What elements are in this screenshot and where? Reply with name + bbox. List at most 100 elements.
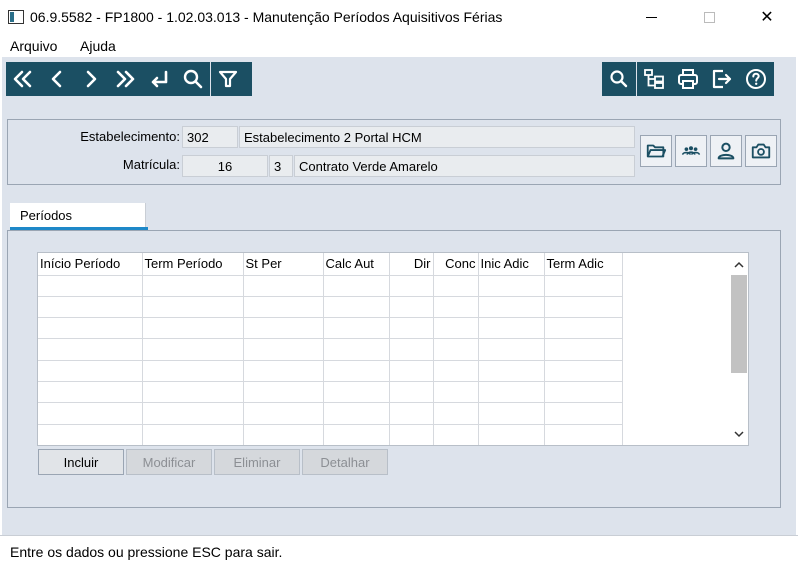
table-cell[interactable] xyxy=(243,380,324,403)
modificar-button[interactable]: Modificar xyxy=(126,449,212,475)
table-cell[interactable] xyxy=(433,317,479,339)
periods-grid[interactable]: Início Período Term Período St Per Calc … xyxy=(37,252,749,446)
table-cell[interactable] xyxy=(38,423,143,445)
estabelecimento-code-field[interactable]: 302 xyxy=(182,126,238,148)
grid-scrollbar[interactable] xyxy=(730,253,748,445)
zoom-button[interactable] xyxy=(602,62,636,96)
table-cell[interactable] xyxy=(142,402,244,425)
table-cell[interactable] xyxy=(478,317,545,339)
table-cell[interactable] xyxy=(544,338,623,361)
table-cell[interactable] xyxy=(478,295,545,318)
table-cell[interactable] xyxy=(433,274,479,297)
table-cell[interactable] xyxy=(544,295,623,318)
table-cell[interactable] xyxy=(38,359,143,382)
last-record-button[interactable] xyxy=(108,62,142,96)
table-row[interactable] xyxy=(38,338,623,361)
table-cell[interactable] xyxy=(323,338,390,361)
next-record-button[interactable] xyxy=(74,62,108,96)
table-cell[interactable] xyxy=(323,402,390,425)
table-cell[interactable] xyxy=(389,295,434,318)
table-cell[interactable] xyxy=(389,380,434,403)
table-cell[interactable] xyxy=(478,402,545,425)
maximize-button[interactable] xyxy=(686,0,732,34)
detalhar-button[interactable]: Detalhar xyxy=(302,449,388,475)
table-row[interactable] xyxy=(38,317,623,339)
minimize-button[interactable] xyxy=(628,0,674,34)
table-cell[interactable] xyxy=(433,359,479,382)
tab-periodos[interactable]: Períodos xyxy=(10,203,146,228)
table-cell[interactable] xyxy=(478,380,545,403)
table-cell[interactable] xyxy=(389,359,434,382)
table-cell[interactable] xyxy=(243,423,324,445)
table-cell[interactable] xyxy=(142,380,244,403)
table-cell[interactable] xyxy=(323,317,390,339)
scroll-thumb[interactable] xyxy=(731,275,747,373)
column-dir[interactable]: Dir xyxy=(389,253,434,275)
table-cell[interactable] xyxy=(323,380,390,403)
table-row[interactable] xyxy=(38,274,623,297)
table-row[interactable] xyxy=(38,380,623,403)
table-cell[interactable] xyxy=(38,402,143,425)
print-button[interactable] xyxy=(671,62,705,96)
scroll-down-icon[interactable] xyxy=(730,425,748,443)
matricula-field[interactable]: 16 xyxy=(182,155,268,177)
table-cell[interactable] xyxy=(544,317,623,339)
person-button[interactable] xyxy=(710,135,742,167)
table-cell[interactable] xyxy=(243,274,324,297)
table-cell[interactable] xyxy=(478,423,545,445)
table-cell[interactable] xyxy=(323,274,390,297)
table-cell[interactable] xyxy=(389,402,434,425)
table-cell[interactable] xyxy=(38,338,143,361)
table-row[interactable] xyxy=(38,359,623,382)
table-cell[interactable] xyxy=(389,274,434,297)
table-cell[interactable] xyxy=(433,423,479,445)
table-cell[interactable] xyxy=(433,380,479,403)
goto-button[interactable] xyxy=(142,62,176,96)
close-button[interactable]: ✕ xyxy=(744,0,790,34)
table-cell[interactable] xyxy=(243,317,324,339)
table-cell[interactable] xyxy=(142,338,244,361)
table-cell[interactable] xyxy=(243,295,324,318)
column-st-per[interactable]: St Per xyxy=(243,253,324,275)
column-calc-aut[interactable]: Calc Aut xyxy=(323,253,390,275)
table-cell[interactable] xyxy=(323,295,390,318)
help-button[interactable] xyxy=(739,62,773,96)
previous-record-button[interactable] xyxy=(40,62,74,96)
column-inic-adic[interactable]: Inic Adic xyxy=(478,253,545,275)
table-cell[interactable] xyxy=(243,338,324,361)
column-term-adic[interactable]: Term Adic xyxy=(544,253,623,275)
incluir-button[interactable]: Incluir xyxy=(38,449,124,475)
table-cell[interactable] xyxy=(389,338,434,361)
table-cell[interactable] xyxy=(243,359,324,382)
eliminar-button[interactable]: Eliminar xyxy=(214,449,300,475)
table-cell[interactable] xyxy=(544,359,623,382)
table-cell[interactable] xyxy=(433,338,479,361)
hierarchy-button[interactable] xyxy=(637,62,671,96)
column-conc[interactable]: Conc xyxy=(433,253,479,275)
table-cell[interactable] xyxy=(38,380,143,403)
table-cell[interactable] xyxy=(478,338,545,361)
column-inicio-periodo[interactable]: Início Período xyxy=(38,253,143,275)
table-cell[interactable] xyxy=(323,359,390,382)
first-record-button[interactable] xyxy=(6,62,40,96)
table-row[interactable] xyxy=(38,423,623,445)
table-cell[interactable] xyxy=(38,317,143,339)
folder-button[interactable] xyxy=(640,135,672,167)
table-cell[interactable] xyxy=(478,359,545,382)
exit-button[interactable] xyxy=(705,62,739,96)
table-cell[interactable] xyxy=(433,402,479,425)
table-cell[interactable] xyxy=(142,359,244,382)
table-cell[interactable] xyxy=(544,423,623,445)
table-row[interactable] xyxy=(38,402,623,425)
table-cell[interactable] xyxy=(38,295,143,318)
column-term-periodo[interactable]: Term Período xyxy=(142,253,244,275)
table-row[interactable] xyxy=(38,295,623,318)
table-cell[interactable] xyxy=(142,317,244,339)
filter-button[interactable] xyxy=(211,62,245,96)
table-cell[interactable] xyxy=(433,295,479,318)
group-button[interactable] xyxy=(675,135,707,167)
table-cell[interactable] xyxy=(142,423,244,445)
table-cell[interactable] xyxy=(478,274,545,297)
table-cell[interactable] xyxy=(544,402,623,425)
table-cell[interactable] xyxy=(389,317,434,339)
